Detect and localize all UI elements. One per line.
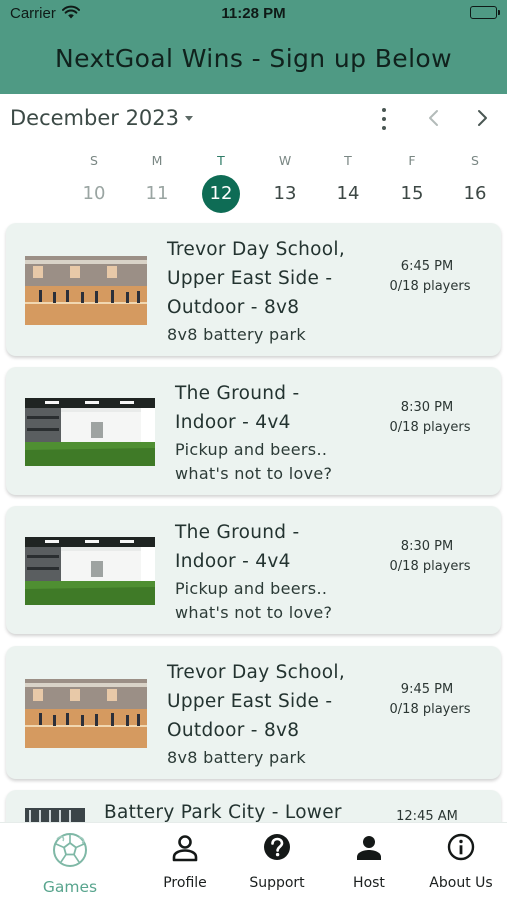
weekday-label: T — [217, 153, 225, 168]
weekday-label: T — [344, 153, 352, 168]
game-title: Trevor Day School, Upper East Side - Out… — [167, 658, 345, 745]
game-time: 8:30 PM — [400, 400, 454, 415]
nav-about-us[interactable]: About Us — [416, 829, 506, 899]
month-label: December 2023 — [10, 106, 180, 130]
weekday-label: M — [151, 153, 163, 168]
nav-support[interactable]: Support — [232, 829, 322, 899]
nav-label: Host — [353, 875, 385, 891]
game-title-line: Upper East Side - — [167, 691, 333, 712]
game-description: 8v8 battery park — [167, 323, 306, 347]
game-title-line: The Ground - — [175, 522, 300, 543]
nav-label: Profile — [163, 875, 207, 891]
date-cell[interactable]: 16 — [456, 175, 494, 213]
indoor-turf-photo — [25, 537, 155, 605]
game-title-line: Outdoor - 8v8 — [167, 297, 300, 318]
weekday-label: S — [471, 153, 479, 168]
game-time: 9:45 PM — [400, 682, 454, 697]
nav-profile[interactable]: Profile — [140, 829, 230, 899]
player-count: 0/18 players — [389, 279, 471, 294]
game-title: The Ground - Indoor - 4v4 — [175, 379, 300, 437]
game-description-line: 8v8 battery park — [167, 748, 307, 767]
calendar-header: December 2023 — [0, 94, 507, 142]
bottom-nav: Games Profile Support Host About Us — [0, 822, 507, 900]
date-cell[interactable]: 10 — [75, 175, 113, 213]
game-card[interactable]: The Ground - Indoor - 4v4 Pickup and bee… — [6, 506, 501, 634]
help-circle-icon — [259, 831, 295, 867]
month-selector[interactable]: December 2023 — [10, 106, 194, 130]
game-title-line: Outdoor - 8v8 — [167, 720, 300, 741]
indoor-turf-photo — [25, 398, 155, 466]
status-bar: Carrier 11:28 PM — [0, 0, 507, 28]
game-title-line: Indoor - 4v4 — [175, 551, 291, 572]
gym-court-photo — [25, 679, 147, 748]
game-title-line: Battery Park City - Lower — [104, 802, 342, 822]
info-icon — [443, 831, 479, 867]
nav-label: Games — [42, 878, 98, 896]
status-time: 11:28 PM — [221, 5, 286, 22]
gym-court-photo — [25, 256, 147, 325]
game-description: 8v8 battery park — [167, 746, 306, 770]
nav-label: About Us — [429, 875, 493, 891]
weekday-label: W — [278, 153, 292, 168]
date-cell[interactable]: 11 — [138, 175, 176, 213]
game-card[interactable]: Trevor Day School, Upper East Side - Out… — [6, 646, 501, 779]
outdoor-field-photo — [25, 808, 85, 822]
date-row: 10 11 12 13 14 15 16 — [0, 175, 507, 213]
date-cell[interactable]: 14 — [329, 175, 367, 213]
game-list: Trevor Day School, Upper East Side - Out… — [0, 222, 507, 822]
game-title-line: Trevor Day School, — [167, 239, 346, 260]
game-title: Battery Park City - Lower — [104, 798, 342, 822]
game-card[interactable]: The Ground - Indoor - 4v4 Pickup and bee… — [6, 367, 501, 495]
game-time: 12:45 AM — [396, 809, 458, 822]
player-count: 0/18 players — [389, 420, 471, 435]
player-count: 0/18 players — [389, 702, 471, 717]
game-description-line: Pickup and beers.. — [175, 440, 328, 459]
game-title-line: The Ground - — [175, 383, 300, 404]
game-time: 6:45 PM — [400, 259, 454, 274]
nav-games[interactable]: Games — [25, 829, 115, 899]
game-title: Trevor Day School, Upper East Side - Out… — [167, 235, 345, 322]
caret-down-icon — [185, 115, 194, 121]
game-description-line: what's not to love? — [175, 603, 333, 622]
game-title: The Ground - Indoor - 4v4 — [175, 518, 300, 576]
date-cell[interactable]: 13 — [266, 175, 304, 213]
game-title-line: Upper East Side - — [167, 268, 333, 289]
more-vert-icon[interactable] — [375, 108, 393, 130]
game-card[interactable]: Trevor Day School, Upper East Side - Out… — [6, 223, 501, 356]
game-time: 8:30 PM — [400, 539, 454, 554]
date-cell[interactable]: 15 — [393, 175, 431, 213]
game-description-line: Pickup and beers.. — [175, 579, 328, 598]
game-title-line: Indoor - 4v4 — [175, 412, 291, 433]
player-count: 0/18 players — [389, 559, 471, 574]
game-description-line: what's not to love? — [175, 464, 333, 483]
app-title: NextGoal Wins - Sign up Below — [55, 44, 452, 73]
app-bar: Carrier 11:28 PM NextGoal Wins - Sign up… — [0, 0, 507, 94]
weekday-label: S — [90, 153, 98, 168]
person-outline-icon — [167, 831, 203, 867]
chevron-right-icon[interactable] — [472, 108, 492, 128]
nav-host[interactable]: Host — [324, 829, 414, 899]
date-cell-selected[interactable]: 12 — [202, 175, 240, 213]
game-description: Pickup and beers.. what's not to love? — [175, 577, 332, 625]
game-description-line: 8v8 battery park — [167, 325, 307, 344]
game-card[interactable]: Battery Park City - Lower 12:45 AM — [6, 790, 501, 822]
person-icon — [351, 831, 387, 867]
game-title-line: Trevor Day School, — [167, 662, 346, 683]
soccer-ball-icon — [51, 831, 89, 869]
chevron-left-icon[interactable] — [424, 108, 444, 128]
game-description: Pickup and beers.. what's not to love? — [175, 438, 332, 486]
nav-label: Support — [249, 875, 305, 891]
weekday-row: S M T W T F S — [0, 153, 507, 171]
battery-icon — [470, 6, 500, 19]
weekday-label: F — [408, 153, 416, 168]
